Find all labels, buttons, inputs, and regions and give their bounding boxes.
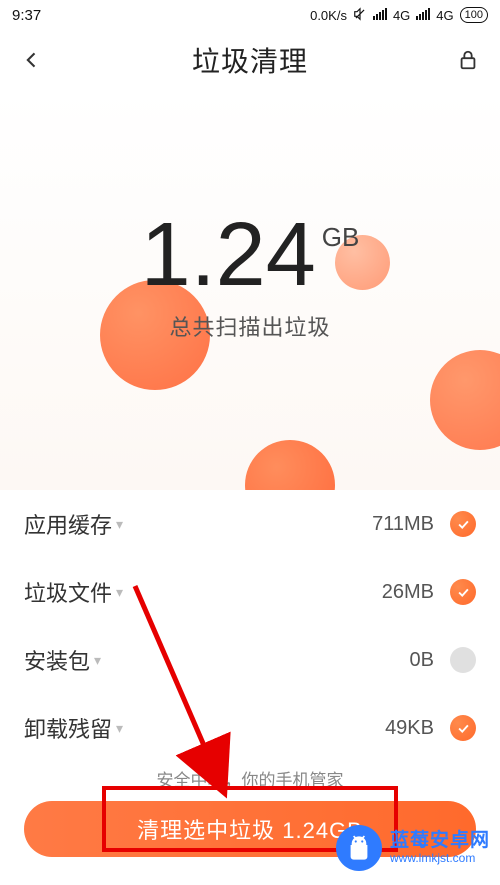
lock-button[interactable]	[450, 42, 486, 78]
chevron-down-icon: ▾	[116, 516, 123, 533]
watermark-url: www.lmkjst.com	[390, 852, 490, 866]
row-label: 应用缓存	[24, 508, 112, 540]
battery-indicator: 100	[460, 7, 488, 23]
status-time: 9:37	[12, 7, 41, 24]
chevron-down-icon: ▾	[116, 584, 123, 601]
status-bar: 9:37 0.0K/s 4G 4G 100	[0, 0, 500, 30]
row-size: 711MB	[372, 513, 434, 536]
list-row-install-packages[interactable]: 安装包▾ 0B	[0, 626, 500, 694]
row-size: 49KB	[385, 717, 434, 740]
signal-label-1: 4G	[393, 8, 410, 23]
chevron-down-icon: ▾	[116, 720, 123, 737]
row-checkbox[interactable]	[450, 579, 476, 605]
net-speed: 0.0K/s	[310, 8, 347, 23]
list-row-junk-files[interactable]: 垃圾文件▾ 26MB	[0, 558, 500, 626]
watermark: 蓝莓安卓网 www.lmkjst.com	[336, 825, 490, 871]
row-checkbox[interactable]	[450, 511, 476, 537]
row-size: 0B	[410, 649, 434, 672]
row-label: 安装包	[24, 644, 90, 676]
chevron-down-icon: ▾	[94, 652, 101, 669]
decor-bubble	[245, 440, 335, 490]
watermark-title: 蓝莓安卓网	[390, 830, 490, 852]
page-title: 垃圾清理	[192, 40, 308, 80]
footer-hint: 安全中心，你的手机管家	[0, 766, 500, 791]
signal-icon-2	[416, 8, 430, 23]
watermark-logo-icon	[336, 825, 382, 871]
signal-icon-1	[373, 8, 387, 23]
list-row-app-cache[interactable]: 应用缓存▾ 711MB	[0, 490, 500, 558]
junk-list: 应用缓存▾ 711MB 垃圾文件▾ 26MB 安装包▾ 0B 卸载残留▾ 49K…	[0, 490, 500, 762]
list-row-uninstall-residue[interactable]: 卸载残留▾ 49KB	[0, 694, 500, 762]
row-label: 卸载残留	[24, 712, 112, 744]
row-checkbox[interactable]	[450, 715, 476, 741]
row-label: 垃圾文件	[24, 576, 112, 608]
scan-subtitle: 总共扫描出垃圾	[0, 310, 500, 342]
signal-label-2: 4G	[436, 8, 453, 23]
row-checkbox[interactable]	[450, 647, 476, 673]
back-button[interactable]	[14, 42, 50, 78]
silent-icon	[353, 7, 367, 24]
title-bar: 垃圾清理	[0, 30, 500, 90]
decor-bubble	[430, 350, 500, 450]
row-size: 26MB	[382, 581, 434, 604]
scan-total-unit: GB	[322, 222, 360, 253]
scan-total-value: 1.24	[141, 210, 316, 300]
scan-summary: 1.24GB 总共扫描出垃圾	[0, 90, 500, 490]
